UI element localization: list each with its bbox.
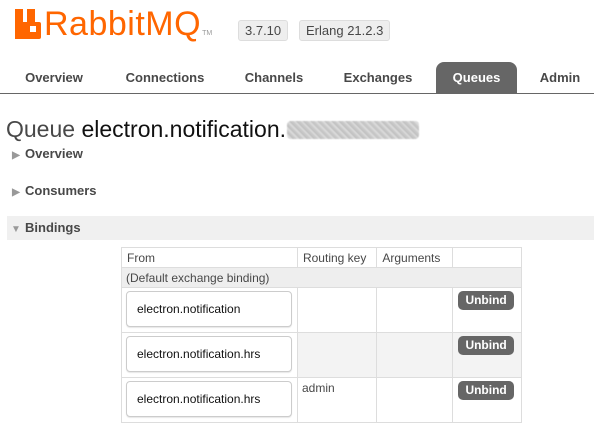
rabbitmq-logo[interactable]: RabbitMQ TM [15,5,212,43]
section-consumers-toggle[interactable]: ▶ Consumers [7,179,594,203]
section-bindings-label: Bindings [25,220,81,235]
column-header-actions [452,247,522,268]
queue-name: electron.notification. [81,116,287,142]
unbind-button[interactable]: Unbind [458,381,515,400]
column-header-arguments: Arguments [376,247,454,268]
unbind-button[interactable]: Unbind [458,291,515,310]
routing-key-cell [298,288,376,294]
exchange-source-link[interactable]: electron.notification.hrs [126,336,292,372]
main-nav-tabs: Overview Connections Channels Exchanges … [0,62,594,94]
table-header-row: From Routing key Arguments [121,247,522,268]
tab-connections[interactable]: Connections [107,62,223,93]
tab-queues[interactable]: Queues [436,62,517,93]
section-overview-label: Overview [25,146,83,161]
arguments-cell [376,287,454,333]
triangle-right-icon: ▶ [12,150,20,161]
unbind-button[interactable]: Unbind [458,336,515,355]
triangle-right-icon: ▶ [12,187,20,198]
header: RabbitMQ TM 3.7.10 Erlang 21.2.3 [0,0,594,58]
rabbitmq-logo-icon [15,9,41,39]
tab-channels[interactable]: Channels [232,62,316,93]
tab-admin[interactable]: Admin [526,62,594,93]
routing-key-cell [298,333,376,339]
arguments-cell [376,377,454,423]
page-title: Queue electron.notification. [6,116,420,143]
tab-exchanges[interactable]: Exchanges [329,62,427,93]
exchange-source-link[interactable]: electron.notification.hrs [126,381,292,417]
section-overview-toggle[interactable]: ▶ Overview [7,142,594,166]
rabbitmq-version-badge: 3.7.10 [238,20,289,41]
arguments-cell [376,332,454,378]
column-header-from: From [121,247,298,268]
triangle-down-icon: ▼ [11,224,21,235]
table-row: electron.notification Unbind [121,287,522,333]
page-title-prefix: Queue [6,116,82,142]
section-bindings-toggle[interactable]: ▼ Bindings [7,216,594,240]
bindings-table: From Routing key Arguments (Default exch… [121,247,522,423]
section-consumers-label: Consumers [25,183,97,198]
default-binding-row: (Default exchange binding) [121,267,522,288]
routing-key-cell: admin [301,381,335,395]
logo-text: RabbitMQ [44,5,202,43]
table-row: electron.notification.hrs Unbind [121,332,522,378]
table-row: electron.notification.hrs admin Unbind [121,377,522,423]
default-binding-label: (Default exchange binding) [121,267,522,288]
tab-overview[interactable]: Overview [10,62,98,93]
erlang-version-badge: Erlang 21.2.3 [299,20,391,41]
exchange-source-link[interactable]: electron.notification [126,291,292,327]
column-header-routing-key: Routing key [296,247,378,268]
logo-trademark: TM [202,30,213,37]
redacted-text [287,121,420,139]
